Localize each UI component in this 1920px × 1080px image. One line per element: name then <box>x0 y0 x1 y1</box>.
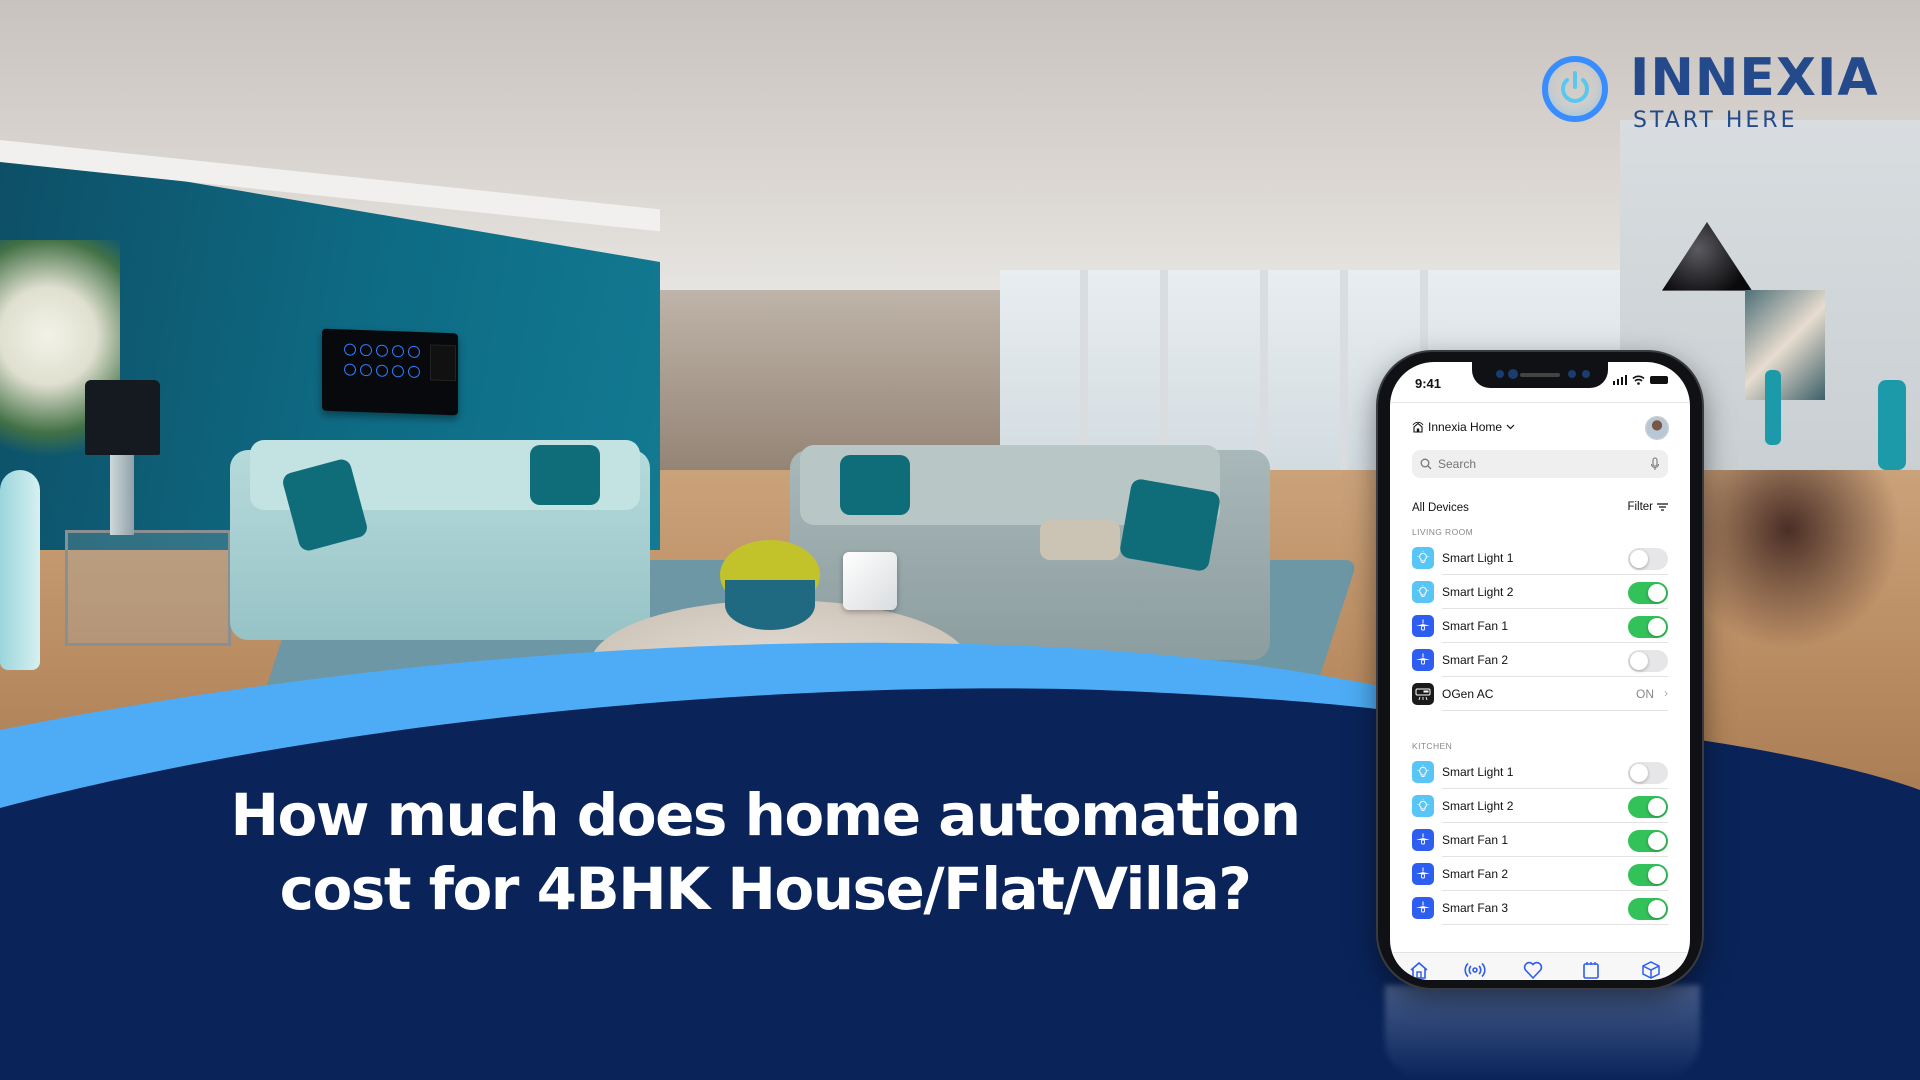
toggle-knob <box>1648 866 1666 884</box>
phone-screen: 9:41 Innexia Home Search All Devices Fil… <box>1390 362 1690 980</box>
bulb-icon <box>1412 581 1434 603</box>
device-name: Smart Fan 3 <box>1442 901 1509 915</box>
power-icon <box>1561 71 1589 103</box>
device-toggle[interactable] <box>1628 616 1668 638</box>
device-row[interactable]: Smart Fan 1 <box>1412 823 1668 857</box>
search-input[interactable] <box>1436 456 1640 472</box>
headline-line-1: How much does home automation <box>230 781 1301 849</box>
ceiling-fan-icon <box>1412 897 1434 919</box>
device-name: OGen AC <box>1442 687 1494 701</box>
brand-name: INNEXIA <box>1630 48 1879 108</box>
ceiling-fan-icon <box>1412 829 1434 851</box>
device-row[interactable]: Smart Light 2 <box>1412 789 1668 823</box>
toggle-knob <box>1630 550 1648 568</box>
divider <box>1442 924 1668 925</box>
divider <box>1442 710 1668 711</box>
phone-notch <box>1472 362 1608 388</box>
device-status: ON <box>1636 687 1654 701</box>
device-row[interactable]: OGen AC ON › <box>1412 677 1668 711</box>
device-name: Smart Fan 2 <box>1442 867 1509 881</box>
user-avatar[interactable] <box>1646 417 1668 439</box>
speaker-grille <box>1520 373 1560 377</box>
filter-label: Filter <box>1627 501 1653 513</box>
toggle-knob <box>1648 618 1666 636</box>
camera-icon <box>1496 370 1504 378</box>
chevron-right-icon[interactable]: › <box>1664 686 1668 700</box>
air-conditioner-icon <box>1412 683 1434 705</box>
device-row[interactable]: Smart Fan 3 <box>1412 891 1668 925</box>
home-name: Innexia Home <box>1428 420 1503 434</box>
smartphone-mockup: 9:41 Innexia Home Search All Devices Fil… <box>1378 352 1702 988</box>
device-name: Smart Fan 2 <box>1442 653 1509 667</box>
phone-reflection <box>1385 985 1700 1080</box>
device-toggle[interactable] <box>1628 582 1668 604</box>
wifi-icon <box>1632 375 1645 385</box>
smart-home-icon <box>1412 421 1424 433</box>
device-row[interactable]: Smart Fan 1 <box>1412 609 1668 643</box>
search-bar[interactable] <box>1412 450 1668 478</box>
device-row[interactable]: Smart Fan 2 <box>1412 857 1668 891</box>
home-selector[interactable]: Innexia Home <box>1412 420 1515 434</box>
brand-tagline: START HERE <box>1633 108 1798 133</box>
broadcast-icon[interactable] <box>1464 959 1486 980</box>
chevron-down-icon <box>1506 424 1515 430</box>
camera-icon <box>1508 369 1518 379</box>
toggle-knob <box>1630 652 1648 670</box>
device-row[interactable]: Smart Light 1 <box>1412 755 1668 789</box>
toggle-knob <box>1648 798 1666 816</box>
device-name: Smart Light 2 <box>1442 799 1514 813</box>
device-toggle[interactable] <box>1628 864 1668 886</box>
bulb-icon <box>1412 761 1434 783</box>
device-row[interactable]: Smart Light 2 <box>1412 575 1668 609</box>
ceiling-fan-icon <box>1412 863 1434 885</box>
sensor-icon <box>1582 370 1590 378</box>
brand-logo: INNEXIA START HERE <box>1540 48 1880 142</box>
device-name: Smart Light 1 <box>1442 551 1514 565</box>
bottom-tab-bar <box>1390 952 1690 980</box>
toggle-knob <box>1630 764 1648 782</box>
device-toggle[interactable] <box>1628 898 1668 920</box>
home-icon[interactable] <box>1408 959 1430 980</box>
device-toggle[interactable] <box>1628 796 1668 818</box>
device-toggle[interactable] <box>1628 830 1668 852</box>
microphone-icon[interactable] <box>1650 457 1660 471</box>
section-label: LIVING ROOM <box>1412 527 1474 537</box>
ceiling-fan-icon <box>1412 649 1434 671</box>
device-row[interactable]: Smart Light 1 <box>1412 541 1668 575</box>
divider <box>1390 402 1690 403</box>
toggle-knob <box>1648 832 1666 850</box>
device-name: Smart Fan 1 <box>1442 619 1509 633</box>
status-time: 9:41 <box>1415 376 1442 391</box>
search-icon <box>1420 458 1432 470</box>
device-row[interactable]: Smart Fan 2 <box>1412 643 1668 677</box>
device-name: Smart Light 2 <box>1442 585 1514 599</box>
page-headline: How much does home automation cost for 4… <box>200 778 1330 926</box>
toggle-knob <box>1648 900 1666 918</box>
device-toggle[interactable] <box>1628 762 1668 784</box>
bulb-icon <box>1412 547 1434 569</box>
sensor-icon <box>1568 370 1576 378</box>
calendar-icon[interactable] <box>1580 959 1602 980</box>
filter-icon <box>1657 503 1668 511</box>
filter-button[interactable]: Filter <box>1627 501 1668 513</box>
heart-icon[interactable] <box>1522 959 1544 980</box>
device-toggle[interactable] <box>1628 650 1668 672</box>
bulb-icon <box>1412 795 1434 817</box>
device-name: Smart Fan 1 <box>1442 833 1509 847</box>
battery-icon <box>1650 376 1668 384</box>
headline-line-2: cost for 4BHK House/Flat/Villa? <box>279 855 1252 923</box>
ceiling-fan-icon <box>1412 615 1434 637</box>
signal-icon <box>1612 375 1627 385</box>
list-title: All Devices <box>1412 502 1469 514</box>
device-name: Smart Light 1 <box>1442 765 1514 779</box>
toggle-knob <box>1648 584 1666 602</box>
status-icons <box>1612 375 1668 385</box>
cube-icon[interactable] <box>1640 959 1662 980</box>
device-toggle[interactable] <box>1628 548 1668 570</box>
section-label: KITCHEN <box>1412 741 1453 751</box>
